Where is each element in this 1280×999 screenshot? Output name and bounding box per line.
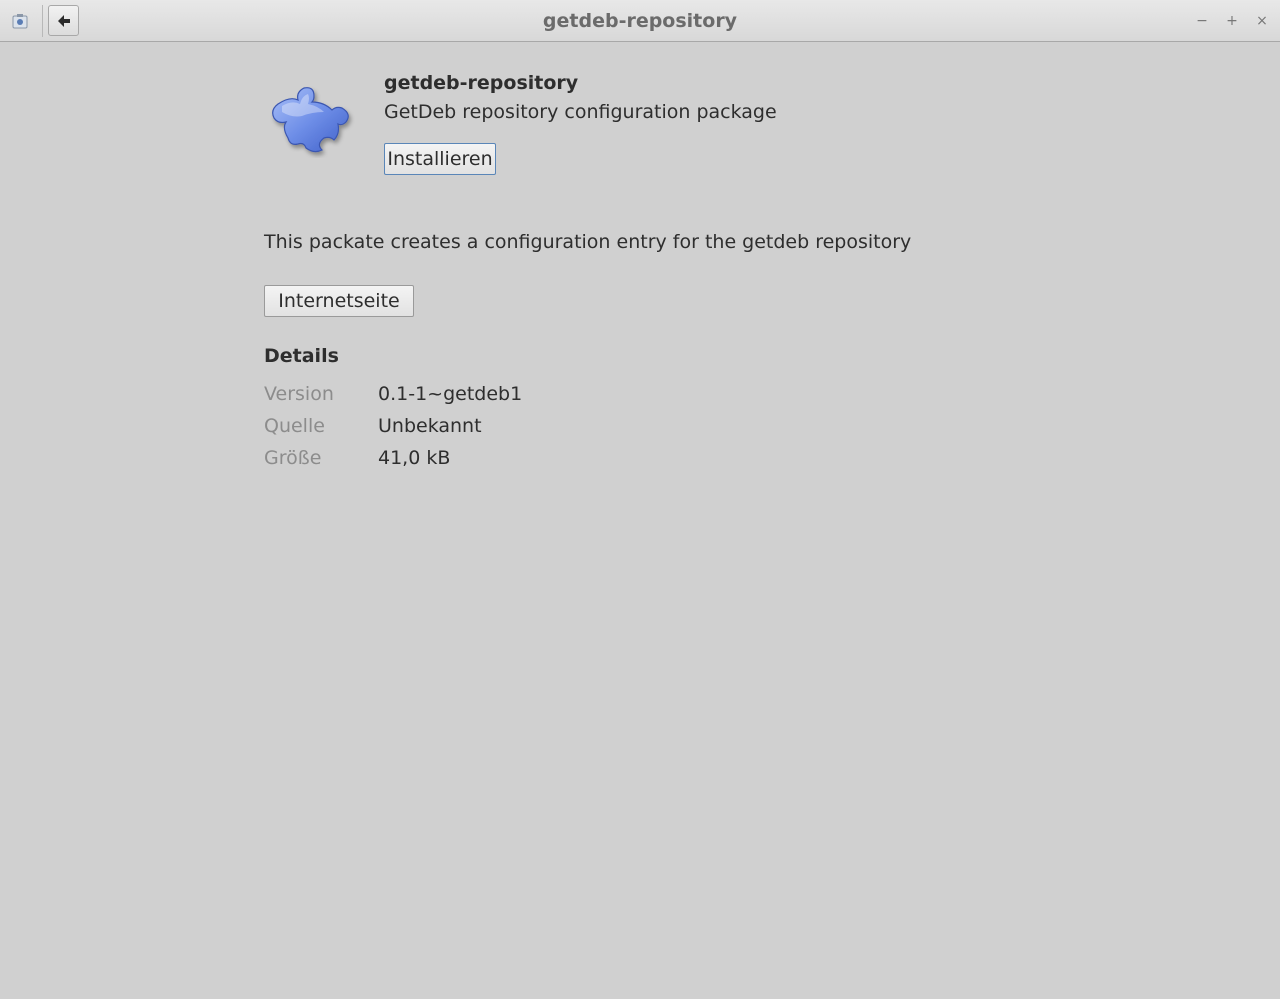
detail-key: Größe	[264, 447, 322, 469]
toolbar-separator	[42, 5, 43, 37]
package-installer-icon	[11, 12, 29, 30]
detail-value: 41,0 kB	[378, 447, 451, 469]
maximize-button[interactable]: +	[1222, 11, 1242, 31]
package-name: getdeb-repository	[384, 72, 579, 94]
title-bar: getdeb-repository − + ×	[0, 0, 1280, 42]
detail-value: Unbekannt	[378, 415, 482, 437]
details-heading: Details	[264, 345, 339, 367]
detail-key: Version	[264, 383, 334, 405]
install-button[interactable]: Installieren	[384, 143, 496, 175]
close-button[interactable]: ×	[1252, 11, 1272, 31]
puzzle-piece-icon	[268, 82, 358, 158]
website-button[interactable]: Internetseite	[264, 285, 414, 317]
window-title: getdeb-repository	[542, 10, 738, 32]
detail-key: Quelle	[264, 415, 325, 437]
package-summary: GetDeb repository configuration package	[384, 101, 777, 123]
back-button[interactable]	[48, 5, 79, 36]
package-description: This packate creates a configuration ent…	[264, 231, 912, 253]
minimize-button[interactable]: −	[1192, 11, 1212, 31]
detail-value: 0.1-1~getdeb1	[378, 383, 523, 405]
arrow-left-icon	[57, 14, 70, 27]
